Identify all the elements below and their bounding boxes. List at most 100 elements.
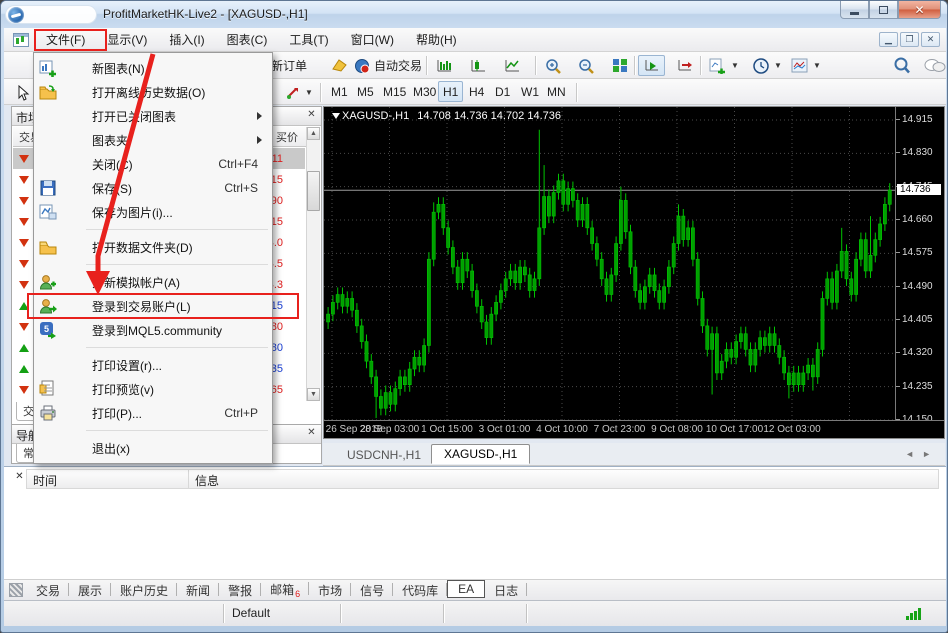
price-up-icon <box>19 365 29 373</box>
timeframe-h1[interactable]: H1 <box>438 81 463 102</box>
terminal-tab-10-日志[interactable]: 日志 <box>485 580 527 601</box>
market-watch-close-icon[interactable]: ✕ <box>305 109 318 122</box>
file-menu-item-8[interactable]: 打开数据文件夹(D) <box>34 235 272 259</box>
timeframe-d1[interactable]: D1 <box>490 81 515 102</box>
new-chart-icon <box>39 59 57 77</box>
indicators-button[interactable]: ▼ <box>704 55 744 76</box>
time-axis[interactable]: 26 Sep 201828 Sep 03:001 Oct 15:003 Oct … <box>324 420 944 438</box>
search-icon[interactable] <box>888 55 916 76</box>
periods-button[interactable]: ▼ <box>748 55 787 76</box>
file-menu-item-16[interactable]: 打印(P)...Ctrl+P <box>34 401 272 425</box>
timeframe-h4[interactable]: H4 <box>464 81 489 102</box>
price-tick: 14.915 <box>902 114 933 125</box>
cursor-tool-icon[interactable] <box>11 82 35 103</box>
templates-button[interactable]: ▼ <box>786 55 826 76</box>
menubar-item-6[interactable]: 帮助(H) <box>405 27 468 52</box>
window-minimize-button[interactable] <box>840 1 869 19</box>
scrollbar-up-icon[interactable]: ▲ <box>307 127 320 140</box>
mdi-restore-button[interactable]: ❐ <box>900 32 919 47</box>
terminal-tab-3-新闻[interactable]: 新闻 <box>177 580 219 601</box>
window-close-button[interactable]: ✕ <box>898 1 941 19</box>
terminal-tab-bar: 交易展示账户历史新闻警报邮箱6市场信号代码库EA日志 <box>4 579 946 600</box>
indicators-dropdown-icon[interactable]: ▼ <box>731 61 739 70</box>
tile-windows-icon[interactable] <box>607 55 633 76</box>
menubar-item-4[interactable]: 工具(T) <box>278 27 339 52</box>
timeframe-m30[interactable]: M30 <box>408 81 441 102</box>
status-profile[interactable]: Default <box>224 604 341 623</box>
chart-window-icon[interactable] <box>13 33 29 47</box>
file-menu-item-1[interactable]: 打开离线历史数据(O) <box>34 80 272 104</box>
mdi-minimize-button[interactable]: ▁ <box>879 32 898 47</box>
chart-tab-usdcnh[interactable]: USDCNH-,H1 <box>335 446 433 464</box>
menubar-item-2[interactable]: 插入(I) <box>158 27 215 52</box>
file-menu-item-6[interactable]: 保存为图片(i)... <box>34 200 272 224</box>
chart-tab-xagusd[interactable]: XAGUSD-,H1 <box>431 444 530 464</box>
candlestick-chart-type-icon[interactable] <box>465 55 492 76</box>
chart-shift-icon[interactable] <box>671 55 698 76</box>
chart-tab-scroll-icons[interactable]: ◄► <box>905 449 939 459</box>
file-menu-item-2[interactable]: 打开已关闭图表 <box>34 104 272 128</box>
timeframe-m5[interactable]: M5 <box>352 81 379 102</box>
new-chart-button[interactable] <box>11 55 21 76</box>
file-menu-item-15[interactable]: 打印预览(v) <box>34 377 272 401</box>
line-chart-type-icon[interactable] <box>499 55 526 76</box>
terminal-tab-4-警报[interactable]: 警报 <box>219 580 261 601</box>
scrollbar-down-icon[interactable]: ▼ <box>307 388 320 401</box>
terminal-tab-7-信号[interactable]: 信号 <box>351 580 393 601</box>
file-menu-item-0[interactable]: 新图表(N) <box>34 56 272 80</box>
submenu-arrow-icon <box>257 136 262 144</box>
terminal-grip-icon[interactable] <box>9 583 23 597</box>
terminal-column-message[interactable]: 信息 <box>189 469 939 489</box>
file-menu-item-4[interactable]: 关闭(C)Ctrl+F4 <box>34 152 272 176</box>
autotrading-button[interactable]: 自动交易 <box>349 55 427 76</box>
auto-scroll-icon[interactable] <box>638 55 665 76</box>
zoom-in-icon[interactable] <box>540 55 568 76</box>
time-tick: 12 Oct 03:00 <box>763 424 820 435</box>
menu-bar: 文件(F)显示(V)插入(I)图表(C)工具(T)窗口(W)帮助(H) ▁ ❐ … <box>4 28 946 52</box>
terminal-column-time[interactable]: 时间 <box>26 469 189 489</box>
terminal-close-icon[interactable]: ✕ <box>13 471 26 484</box>
timeframe-mn[interactable]: MN <box>542 81 571 102</box>
terminal-tab-5-邮箱[interactable]: 邮箱6 <box>261 579 309 601</box>
templates-dropdown-icon[interactable]: ▼ <box>813 61 821 70</box>
arrows-dropdown-icon[interactable]: ▼ <box>305 88 313 97</box>
terminal-tab-8-代码库[interactable]: 代码库 <box>393 580 447 601</box>
zoom-out-icon[interactable] <box>573 55 601 76</box>
file-menu-item-14[interactable]: 打印设置(r)... <box>34 353 272 377</box>
file-menu-item-18[interactable]: 退出(x) <box>34 436 272 460</box>
chat-icon[interactable] <box>919 55 948 76</box>
timeframe-m1[interactable]: M1 <box>326 81 353 102</box>
navigator-close-icon[interactable]: ✕ <box>305 427 318 440</box>
terminal-tab-6-市场[interactable]: 市场 <box>309 580 351 601</box>
open-offline-icon <box>39 83 57 101</box>
periods-dropdown-icon[interactable]: ▼ <box>774 61 782 70</box>
time-tick: 7 Oct 23:00 <box>594 424 646 435</box>
file-menu-item-12[interactable]: 5登录到MQL5.community <box>34 318 272 342</box>
scrollbar-thumb[interactable] <box>307 171 320 211</box>
file-menu-item-3[interactable]: 图表夹 <box>34 128 272 152</box>
folder-icon <box>39 238 57 256</box>
bar-chart-type-icon[interactable] <box>431 55 458 76</box>
app-badge <box>5 5 97 24</box>
timeframe-w1[interactable]: W1 <box>516 81 544 102</box>
price-up-icon <box>19 344 29 352</box>
price-axis[interactable]: 14.91514.83014.74514.66014.57514.49014.4… <box>895 107 944 420</box>
terminal-tab-1-展示[interactable]: 展示 <box>69 580 111 601</box>
chart-collapse-icon[interactable] <box>332 113 340 119</box>
mdi-close-button[interactable]: ✕ <box>921 32 940 47</box>
time-tick: 9 Oct 08:00 <box>651 424 703 435</box>
file-menu-item-5[interactable]: 保存(S)Ctrl+S <box>34 176 272 200</box>
file-menu-item-10[interactable]: 开新模拟帐户(A) <box>34 270 272 294</box>
menubar-item-5[interactable]: 窗口(W) <box>340 27 405 52</box>
timeframe-m15[interactable]: M15 <box>378 81 411 102</box>
menubar-item-3[interactable]: 图表(C) <box>216 27 279 52</box>
arrows-tool-icon[interactable]: ▼ <box>280 82 318 103</box>
terminal-tab-9-EA[interactable]: EA <box>447 580 485 598</box>
market-watch-scrollbar[interactable]: ▲ ▼ <box>306 127 320 401</box>
terminal-tab-2-账户历史[interactable]: 账户历史 <box>111 580 177 601</box>
window-restore-button[interactable] <box>869 1 898 19</box>
candlestick-chart[interactable] <box>324 107 895 420</box>
print-preview-icon <box>39 380 57 398</box>
terminal-tab-0-交易[interactable]: 交易 <box>27 580 69 601</box>
print-icon <box>39 404 57 422</box>
